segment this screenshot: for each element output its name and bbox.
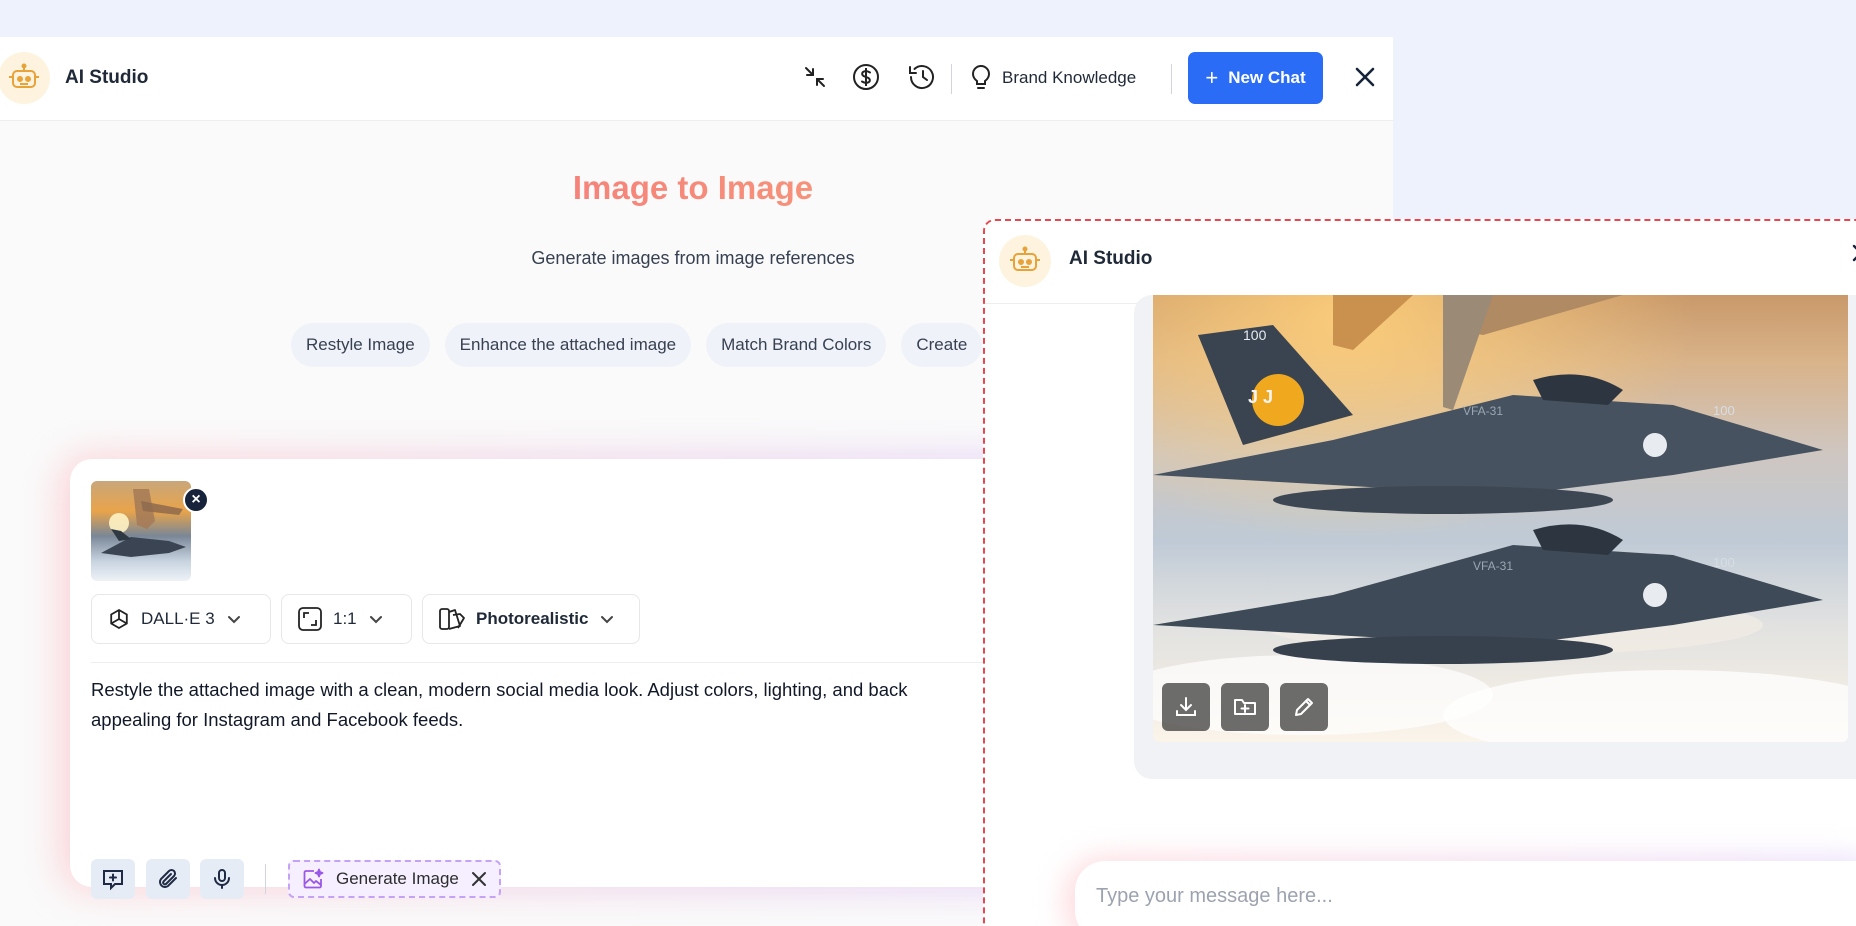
popup-close-icon[interactable] <box>1851 243 1856 263</box>
header-divider <box>951 64 952 94</box>
chip-create[interactable]: Create <box>901 323 983 367</box>
title-part-1: Image to <box>572 169 709 206</box>
generate-image-tool[interactable]: Generate Image <box>288 860 501 898</box>
message-input[interactable] <box>1096 885 1696 908</box>
model-label: DALL·E 3 <box>141 609 215 628</box>
toolbar-divider <box>265 864 266 894</box>
robot-avatar-icon <box>999 235 1051 287</box>
popup-header: AI Studio <box>985 221 1856 304</box>
chat-popup-window: AI Studio 100 J J VFA-31 100 VFA-31 100 … <box>983 219 1856 926</box>
prompt-textarea[interactable]: Restyle the attached image with a clean,… <box>91 675 1071 735</box>
aspect-ratio-icon <box>298 607 322 631</box>
save-to-folder-button[interactable] <box>1221 683 1269 731</box>
brand-knowledge-button[interactable]: Brand Knowledge <box>970 61 1136 95</box>
openai-icon <box>110 608 128 630</box>
jet2-nose-number: 100 <box>1713 555 1735 570</box>
popup-title: AI Studio <box>1069 248 1153 269</box>
add-prompt-button[interactable] <box>91 859 135 899</box>
jet2-unit-label: VFA-31 <box>1473 559 1513 573</box>
composer-divider <box>91 662 1071 663</box>
close-icon[interactable] <box>1345 57 1385 97</box>
message-input-container <box>1075 861 1856 926</box>
jet1-tail-letters: J J <box>1248 387 1273 407</box>
chat-plus-icon <box>103 870 123 891</box>
new-chat-label: New Chat <box>1228 68 1306 87</box>
title-part-2: Image <box>717 169 814 206</box>
prompt-line-2: appealing for Instagram and Facebook fee… <box>91 709 464 730</box>
prompt-line-1: Restyle the attached image with a clean,… <box>91 679 908 700</box>
folder-plus-icon <box>1234 699 1256 715</box>
jet1-nose-number: 100 <box>1713 403 1735 418</box>
popup-chat-body: 100 J J VFA-31 100 VFA-31 100 <box>985 295 1856 926</box>
plus-icon: + <box>1205 65 1219 90</box>
edit-image-button[interactable] <box>1280 683 1328 731</box>
generated-image: 100 J J VFA-31 100 VFA-31 100 <box>1153 295 1848 742</box>
aspect-ratio-select[interactable]: 1:1 <box>281 594 412 644</box>
attach-file-button[interactable] <box>146 859 190 899</box>
microphone-icon <box>214 869 230 889</box>
header-divider <box>1171 64 1172 94</box>
chevron-down-icon <box>601 616 614 624</box>
image-sparkle-icon <box>303 868 324 889</box>
generate-image-label: Generate Image <box>336 869 459 888</box>
history-icon[interactable] <box>902 57 942 97</box>
close-icon[interactable] <box>471 871 487 887</box>
paperclip-icon <box>159 868 177 888</box>
chip-match-brand-colors[interactable]: Match Brand Colors <box>706 323 887 367</box>
pencil-icon <box>1295 698 1313 716</box>
dollar-icon[interactable] <box>846 57 886 97</box>
suggestion-chips: Restyle Image Enhance the attached image… <box>291 323 983 367</box>
chevron-down-icon <box>227 616 240 624</box>
aspect-ratio-label: 1:1 <box>333 609 357 628</box>
model-select[interactable]: DALL·E 3 <box>91 594 271 644</box>
attached-image-thumbnail <box>91 481 191 581</box>
chip-restyle-image[interactable]: Restyle Image <box>291 323 430 367</box>
download-icon <box>1176 697 1196 716</box>
download-image-button[interactable] <box>1162 683 1210 731</box>
jet1-tail-number: 100 <box>1243 327 1267 343</box>
page-title: Image to Image <box>0 169 1386 207</box>
jet1-unit-label: VFA-31 <box>1463 404 1503 418</box>
brand-knowledge-label: Brand Knowledge <box>1002 68 1137 87</box>
style-label: Photorealistic <box>476 609 589 628</box>
minimize-icon[interactable] <box>795 57 835 97</box>
app-title: AI Studio <box>65 67 149 88</box>
style-select[interactable]: Photorealistic <box>422 594 640 644</box>
voice-input-button[interactable] <box>200 859 244 899</box>
new-chat-button[interactable]: + New Chat <box>1188 52 1323 104</box>
app-header: AI Studio Brand Knowledge + New Chat <box>0 37 1393 121</box>
remove-attachment-button[interactable]: × <box>183 487 209 513</box>
style-swatch-icon <box>439 608 465 630</box>
chip-enhance-image[interactable]: Enhance the attached image <box>444 323 692 367</box>
lightbulb-icon <box>971 65 991 89</box>
ai-message-bubble: 100 J J VFA-31 100 VFA-31 100 <box>1134 295 1856 779</box>
chevron-down-icon <box>369 616 382 624</box>
robot-avatar-icon <box>0 52 50 104</box>
prompt-composer: × DALL·E 3 1:1 Photorealistic Restyle th… <box>70 459 1080 899</box>
